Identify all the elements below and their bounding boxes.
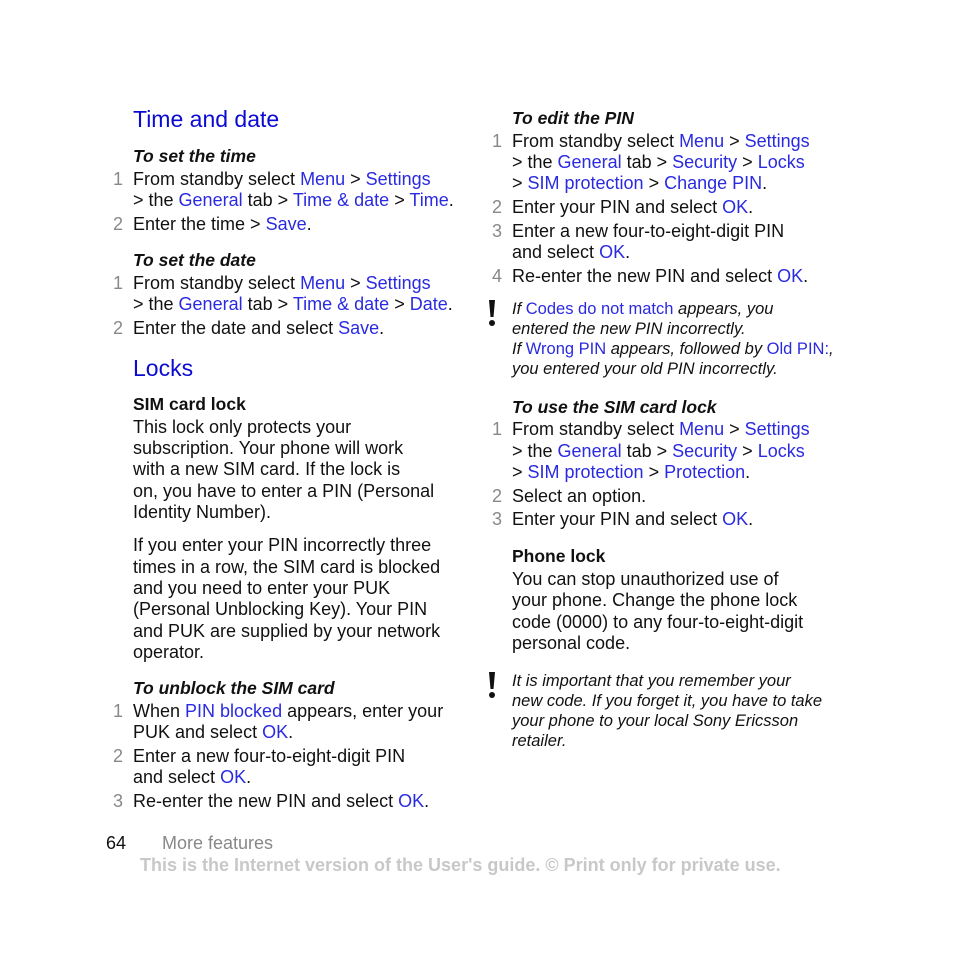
step-number: 3: [113, 791, 124, 811]
paragraph: If you enter your PIN incorrectly three: [133, 535, 432, 555]
paragraph: times in a row, the SIM card is blocked: [133, 557, 441, 577]
step-text: > SIM protection > Protection.: [512, 462, 751, 482]
subheading-set-date: To set the date: [133, 250, 256, 270]
note-text: you entered your old PIN incorrectly.: [512, 360, 778, 378]
paragraph: code (0000) to any four-to-eight-digit: [512, 612, 804, 632]
step-text: and select OK.: [512, 242, 631, 262]
subheading-sim-card-lock: SIM card lock: [133, 394, 246, 414]
step-number: 2: [113, 746, 124, 766]
note-text: It is important that you remember your: [512, 672, 791, 690]
paragraph: your phone. Change the phone lock: [512, 590, 798, 610]
step-text: Select an option.: [512, 486, 647, 506]
paragraph: and you need to enter your PUK: [133, 578, 391, 598]
page-number: 64: [106, 833, 127, 853]
step-text: > SIM protection > Change PIN.: [512, 173, 768, 193]
step-text: From standby select Menu > Settings: [512, 419, 810, 439]
step-text: PUK and select OK.: [133, 722, 294, 742]
note-text: retailer.: [512, 732, 567, 750]
step-text: > the General tab > Security > Locks: [512, 152, 805, 172]
step-text: Enter the date and select Save.: [133, 318, 385, 338]
subheading-unblock-sim: To unblock the SIM card: [133, 678, 335, 698]
step-number: 1: [113, 273, 124, 293]
heading-time-and-date: Time and date: [133, 106, 280, 132]
paragraph: subscription. Your phone will work: [133, 438, 404, 458]
step-text: From standby select Menu > Settings: [133, 273, 431, 293]
step-number: 2: [113, 318, 124, 338]
step-text: Enter your PIN and select OK.: [512, 509, 754, 529]
warning-icon: [489, 672, 495, 698]
step-number: 2: [492, 486, 503, 506]
heading-locks: Locks: [133, 355, 194, 381]
step-text: > the General tab > Time & date > Time.: [133, 190, 454, 210]
note-text: If Codes do not match appears, you: [512, 300, 774, 318]
step-text: From standby select Menu > Settings: [133, 169, 431, 189]
paragraph: (Personal Unblocking Key). Your PIN: [133, 599, 428, 619]
step-text: Enter the time > Save.: [133, 214, 312, 234]
step-number: 3: [492, 221, 503, 241]
step-number: 3: [492, 509, 503, 529]
paragraph: This lock only protects your: [133, 417, 352, 437]
note-text: your phone to your local Sony Ericsson: [512, 712, 799, 730]
copyright-notice: This is the Internet version of the User…: [140, 855, 781, 875]
step-text: Enter a new four-to-eight-digit PIN: [133, 746, 406, 766]
step-text: Enter your PIN and select OK.: [512, 197, 754, 217]
subheading-edit-pin: To edit the PIN: [512, 108, 634, 128]
step-number: 1: [113, 701, 124, 721]
paragraph: with a new SIM card. If the lock is: [133, 459, 401, 479]
warning-icon: [489, 300, 495, 326]
paragraph: on, you have to enter a PIN (Personal: [133, 481, 435, 501]
step-number: 1: [492, 419, 503, 439]
subheading-use-sim-lock: To use the SIM card lock: [512, 397, 717, 417]
note-text: entered the new PIN incorrectly.: [512, 320, 746, 338]
paragraph: and PUK are supplied by your network: [133, 621, 441, 641]
step-text: From standby select Menu > Settings: [512, 131, 810, 151]
step-text: Re-enter the new PIN and select OK.: [133, 791, 430, 811]
step-number: 1: [113, 169, 124, 189]
paragraph: personal code.: [512, 633, 631, 653]
paragraph: Identity Number).: [133, 502, 272, 522]
note-text: If Wrong PIN appears, followed by Old PI…: [512, 340, 834, 358]
step-number: 4: [492, 266, 503, 286]
note-text: new code. If you forget it, you have to …: [512, 692, 823, 710]
step-number: 1: [492, 131, 503, 151]
step-text: and select OK.: [133, 767, 252, 787]
section-name: More features: [162, 833, 274, 853]
paragraph: You can stop unauthorized use of: [512, 569, 779, 589]
subheading-set-time: To set the time: [133, 146, 256, 166]
step-text: > the General tab > Time & date > Date.: [133, 294, 453, 314]
step-number: 2: [492, 197, 503, 217]
step-text: Re-enter the new PIN and select OK.: [512, 266, 809, 286]
step-text: When PIN blocked appears, enter your: [133, 701, 444, 721]
subheading-phone-lock: Phone lock: [512, 546, 606, 566]
step-text: Enter a new four-to-eight-digit PIN: [512, 221, 785, 241]
step-text: > the General tab > Security > Locks: [512, 441, 805, 461]
paragraph: operator.: [133, 642, 205, 662]
step-number: 2: [113, 214, 124, 234]
